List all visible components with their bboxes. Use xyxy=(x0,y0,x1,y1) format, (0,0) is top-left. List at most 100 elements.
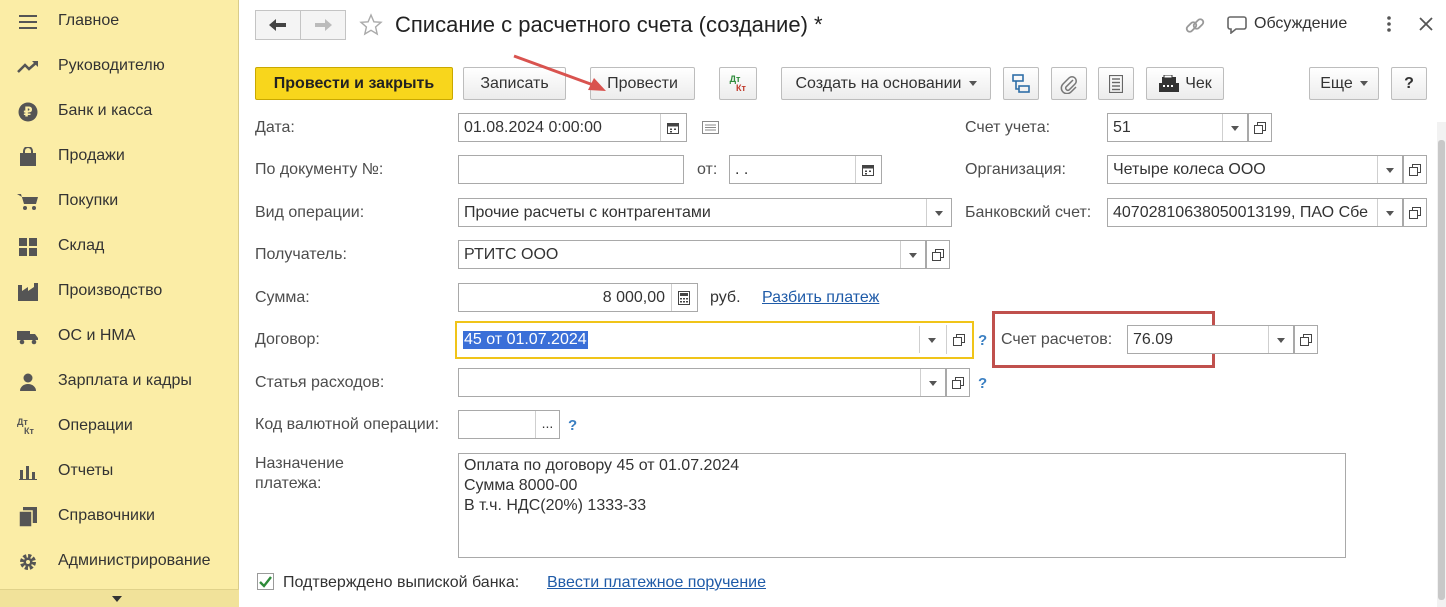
kt-label: Кт xyxy=(736,82,746,93)
recipient-value: РТИТС ООО xyxy=(464,245,559,263)
forward-button[interactable] xyxy=(300,10,346,40)
chat-icon[interactable] xyxy=(1227,16,1247,39)
chevron-down-icon[interactable] xyxy=(1268,326,1293,353)
more-button[interactable]: Еще xyxy=(1309,67,1379,100)
doc-number-input[interactable] xyxy=(458,155,684,184)
open-icon xyxy=(952,376,964,389)
sidebar-item-warehouse[interactable]: Склад xyxy=(0,226,239,266)
chevron-down-icon xyxy=(1359,81,1368,86)
chevron-down-icon[interactable] xyxy=(926,199,951,226)
open-settlement-account-button[interactable] xyxy=(1294,325,1318,354)
sidebar-item-fixed-assets[interactable]: ОС и НМА xyxy=(0,316,239,356)
bank-account-select[interactable]: 40702810638050013199, ПАО Сбе xyxy=(1107,198,1403,227)
scrollbar-thumb[interactable] xyxy=(1438,140,1445,600)
structure-button[interactable] xyxy=(1003,67,1039,100)
sidebar-item-label: Операции xyxy=(58,417,133,434)
sidebar-item-label: Главное xyxy=(58,12,120,29)
attach-button[interactable] xyxy=(1051,67,1087,100)
more-vertical-icon[interactable] xyxy=(1386,15,1392,38)
open-expense-item-button[interactable] xyxy=(946,368,970,397)
back-button[interactable] xyxy=(255,10,301,40)
sidebar-item-admin[interactable]: Администрирование xyxy=(0,541,239,581)
split-payment-link[interactable]: Разбить платеж xyxy=(762,289,879,307)
account-select[interactable]: 51 xyxy=(1107,113,1248,142)
post-and-close-button[interactable]: Провести и закрыть xyxy=(255,67,453,100)
link-icon[interactable] xyxy=(1184,15,1206,42)
open-icon xyxy=(1409,206,1421,219)
sidebar-item-purchases[interactable]: Покупки xyxy=(0,181,239,221)
expense-item-select[interactable] xyxy=(458,368,946,397)
calculator-icon[interactable] xyxy=(671,284,696,311)
account-label: Счет учета: xyxy=(965,119,1051,136)
date-input[interactable]: 01.08.2024 0:00:00 xyxy=(458,113,687,142)
organization-label: Организация: xyxy=(965,161,1066,178)
purpose-textarea[interactable] xyxy=(458,453,1346,558)
calendar-icon[interactable] xyxy=(855,156,880,183)
open-account-button[interactable] xyxy=(1248,113,1272,142)
sidebar-item-reports[interactable]: Отчеты xyxy=(0,451,239,491)
receipt-button[interactable]: Чек xyxy=(1146,67,1224,100)
sidebar-scroll-down[interactable] xyxy=(0,589,239,607)
contract-select[interactable]: 45 от 01.07.2024 xyxy=(458,325,946,354)
confirmed-checkbox[interactable] xyxy=(257,573,274,590)
sidebar-item-label: Банк и касса xyxy=(58,102,153,119)
enter-payment-order-link[interactable]: Ввести платежное поручение xyxy=(547,574,766,592)
page-title: Списание с расчетного счета (создание) * xyxy=(395,12,823,37)
sidebar-item-references[interactable]: Справочники xyxy=(0,496,239,536)
doc-date-input[interactable]: . . xyxy=(729,155,882,184)
comment-icon[interactable] xyxy=(702,121,719,139)
sidebar-item-manager[interactable]: Руководителю xyxy=(0,46,239,86)
arrow-left-icon xyxy=(269,19,286,31)
sidebar-item-bank[interactable]: ₽ Банк и касса xyxy=(0,91,239,131)
amount-label: Сумма: xyxy=(255,289,310,306)
doc-number-label: По документу №: xyxy=(255,161,384,178)
grid-icon xyxy=(17,236,39,258)
discussion-link[interactable]: Обсуждение xyxy=(1254,15,1347,33)
currency-op-input[interactable]: ... xyxy=(458,410,560,439)
bank-account-label: Банковский счет: xyxy=(965,204,1092,221)
currency-op-help-icon[interactable]: ? xyxy=(568,417,577,434)
close-icon[interactable] xyxy=(1419,17,1433,36)
list-button[interactable] xyxy=(1098,67,1134,100)
dt-kt-button[interactable]: Дт Кт xyxy=(719,67,757,100)
recipient-select[interactable]: РТИТС ООО xyxy=(458,240,926,269)
open-organization-button[interactable] xyxy=(1403,155,1427,184)
ellipsis-button[interactable]: ... xyxy=(535,411,559,438)
date-label: Дата: xyxy=(255,119,295,136)
expense-item-help-icon[interactable]: ? xyxy=(978,375,987,392)
operation-value: Прочие расчеты с контрагентами xyxy=(464,203,711,221)
chevron-down-icon[interactable] xyxy=(919,326,944,353)
operation-select[interactable]: Прочие расчеты с контрагентами xyxy=(458,198,952,227)
sidebar-item-operations[interactable]: Дт Кт Операции xyxy=(0,406,239,446)
create-based-on-button[interactable]: Создать на основании xyxy=(781,67,991,100)
purpose-label-line1: Назначение xyxy=(255,455,344,472)
open-contract-button[interactable] xyxy=(946,325,970,354)
sidebar-item-salary[interactable]: Зарплата и кадры xyxy=(0,361,239,401)
chevron-down-icon[interactable] xyxy=(1377,156,1402,183)
annotation-arrow xyxy=(513,54,606,91)
sidebar-item-production[interactable]: Производство xyxy=(0,271,239,311)
chevron-down-icon[interactable] xyxy=(920,369,945,396)
sidebar-item-sales[interactable]: Продажи xyxy=(0,136,239,176)
truck-icon xyxy=(17,326,39,348)
amount-input[interactable]: 8 000,00 xyxy=(458,283,698,312)
chevron-down-icon[interactable] xyxy=(900,241,925,268)
calendar-icon[interactable] xyxy=(660,114,685,141)
chevron-down-icon[interactable] xyxy=(1222,114,1247,141)
organization-value: Четыре колеса ООО xyxy=(1113,160,1266,178)
contract-help-icon[interactable]: ? xyxy=(978,332,987,349)
amount-value: 8 000,00 xyxy=(602,288,665,306)
purpose-label-line2: платежа: xyxy=(255,475,322,492)
settlement-account-select[interactable]: 76.09 xyxy=(1127,325,1294,354)
sidebar-item-main[interactable]: Главное xyxy=(0,1,239,41)
vertical-scrollbar[interactable] xyxy=(1437,122,1446,607)
chevron-down-icon[interactable] xyxy=(1377,199,1402,226)
open-icon xyxy=(952,333,965,346)
organization-select[interactable]: Четыре колеса ООО xyxy=(1107,155,1403,184)
open-bank-account-button[interactable] xyxy=(1403,198,1427,227)
sidebar-item-label: Руководителю xyxy=(58,57,165,74)
star-icon[interactable] xyxy=(359,13,383,42)
help-button[interactable]: ? xyxy=(1391,67,1427,100)
cash-register-icon xyxy=(1159,74,1180,92)
open-recipient-button[interactable] xyxy=(926,240,950,269)
